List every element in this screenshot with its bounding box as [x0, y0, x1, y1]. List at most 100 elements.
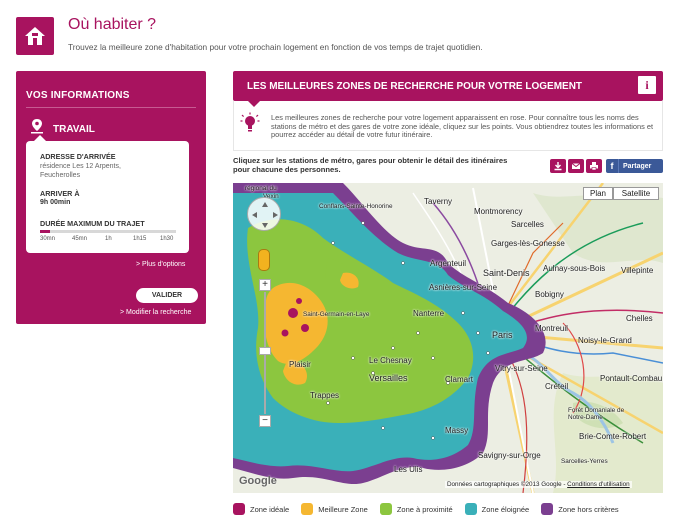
- duration-tick[interactable]: 1h30: [160, 236, 173, 242]
- print-icon: [590, 162, 598, 171]
- map-place: Savigny-sur-Orge: [478, 451, 541, 460]
- map-place: Asnières-sur-Seine: [429, 283, 498, 292]
- map-place: Saint-Germain-en-Laye: [303, 311, 370, 318]
- map-place: Les Ulis: [394, 465, 423, 474]
- legend-swatch: [541, 503, 554, 515]
- legend-label: Meilleure Zone: [318, 504, 368, 514]
- duration-tick[interactable]: 30mn: [40, 236, 55, 242]
- attribution-text: Données cartographiques ©2013 Google -: [447, 481, 566, 488]
- facebook-icon: f: [606, 159, 619, 173]
- map-place: Saint-Denis: [483, 268, 530, 278]
- legend-item: Meilleure Zone: [301, 502, 368, 516]
- map-place: Taverny: [424, 197, 453, 206]
- map-hint: Cliquez sur les stations de métro, gares…: [233, 156, 508, 174]
- info-panel-title: VOS INFORMATIONS: [26, 90, 130, 101]
- map-place: Forêt Domaniale de Notre-Dame: [568, 407, 625, 421]
- duration-label: DURÉE MAXIMUM DU TRAJET: [40, 219, 145, 228]
- map-place: Nanterre: [413, 309, 445, 318]
- more-options-link[interactable]: > Plus d'options: [136, 261, 185, 268]
- results-title: LES MEILLEURES ZONES DE RECHERCHE POUR V…: [247, 81, 583, 92]
- map-place: Bobigny: [535, 290, 564, 299]
- info-button[interactable]: i: [638, 76, 656, 94]
- duration-slider-fill: [40, 230, 50, 233]
- zoom-out-button[interactable]: −: [259, 415, 271, 427]
- map-legend: Zone idéale Meilleure Zone Zone à proxim…: [233, 502, 673, 516]
- zoom-control[interactable]: + −: [259, 279, 271, 429]
- map-place: Chelles: [626, 314, 653, 323]
- map-place: Plaisir: [289, 360, 311, 369]
- map-place: Pontault-Combau: [600, 374, 663, 383]
- legend-label: Zone idéale: [250, 504, 290, 514]
- map-place: Versailles: [369, 373, 408, 383]
- duration-tick[interactable]: 1h: [105, 236, 112, 242]
- map-place: Paris: [492, 330, 513, 340]
- map-place: Créteil: [545, 382, 569, 391]
- map-type-satellite[interactable]: Satellite: [613, 187, 659, 200]
- map-place: Clamart: [445, 375, 474, 384]
- map-place: Villepinte: [621, 266, 654, 275]
- map[interactable]: régional du Vexin Conflans-Sainte-Honori…: [233, 183, 663, 493]
- legend-swatch: [301, 503, 314, 515]
- legend-label: Zone hors critères: [558, 504, 619, 514]
- zoom-in-button[interactable]: +: [259, 279, 271, 291]
- map-place: Noisy-le-Grand: [578, 336, 632, 345]
- share-label: Partager: [623, 162, 652, 170]
- map-place: Sarcelles: [511, 220, 544, 229]
- map-place: Trappes: [310, 391, 340, 400]
- address-value[interactable]: résidence Les 12 Arpents, Feucherolles: [40, 162, 160, 180]
- terms-link[interactable]: Conditions d'utilisation: [567, 481, 629, 488]
- map-place: Conflans-Sainte-Honorine: [319, 203, 393, 210]
- map-place: Le Chesnay: [369, 356, 412, 365]
- print-button[interactable]: [586, 159, 602, 173]
- map-place: Massy: [445, 426, 469, 435]
- address-label: ADRESSE D'ARRIVÉE: [40, 152, 116, 161]
- modify-search-link[interactable]: > Modifier la recherche: [120, 309, 191, 316]
- arrive-value[interactable]: 9h 00min: [40, 199, 70, 206]
- page-subtitle: Trouvez la meilleure zone d'habitation p…: [68, 42, 483, 52]
- lightbulb-icon: [240, 112, 260, 132]
- share-facebook-button[interactable]: f Partager: [606, 159, 663, 173]
- street-view-pegman[interactable]: [258, 249, 270, 271]
- zoom-slider-handle[interactable]: [259, 347, 271, 355]
- mail-button[interactable]: [568, 159, 584, 173]
- home-button[interactable]: [16, 17, 54, 55]
- map-type-plan[interactable]: Plan: [583, 187, 613, 200]
- legend-label: Zone à proximité: [396, 504, 453, 514]
- mail-icon: [571, 163, 581, 169]
- legend-label: Zone éloignée: [481, 504, 530, 514]
- download-icon: [554, 162, 562, 171]
- divider: [26, 107, 196, 108]
- page-title: Où habiter ?: [68, 16, 157, 33]
- duration-tick[interactable]: 45mn: [72, 236, 87, 242]
- duration-tick[interactable]: 1h15: [133, 236, 146, 242]
- map-place: Montmorency: [474, 207, 523, 216]
- legend-swatch: [464, 503, 477, 515]
- legend-item: Zone à proximité: [379, 502, 453, 516]
- map-place: régional du: [245, 185, 277, 192]
- map-place: Sarcelles-Yerres: [561, 458, 608, 465]
- pan-arrows-icon: [252, 202, 278, 228]
- header-notch: [248, 101, 260, 107]
- map-place: Montreuil: [535, 324, 568, 333]
- pan-control[interactable]: [247, 197, 281, 231]
- legend-item: Zone éloignée: [464, 502, 530, 516]
- section-travail[interactable]: TRAVAIL: [53, 124, 95, 135]
- legend-swatch: [379, 503, 392, 515]
- legend-item: Zone hors critères: [541, 502, 619, 516]
- map-attribution: Données cartographiques ©2013 Google - C…: [445, 481, 632, 488]
- location-pin-icon: [31, 119, 43, 134]
- legend-item: Zone idéale: [233, 502, 289, 516]
- legend-swatch: [233, 503, 245, 515]
- map-place: Aulnay-sous-Bois: [543, 264, 606, 273]
- info-text: Les meilleures zones de recherche pour v…: [271, 113, 654, 140]
- home-icon: [25, 27, 45, 45]
- download-button[interactable]: [550, 159, 566, 173]
- validate-button[interactable]: VALIDER: [136, 288, 198, 303]
- map-place: Brie-Comte-Robert: [579, 432, 647, 441]
- duration-slider[interactable]: [40, 230, 176, 233]
- arrive-label: ARRIVER À: [40, 189, 80, 198]
- map-place: Argenteuil: [430, 259, 467, 268]
- map-place: Vitry-sur-Seine: [495, 364, 548, 373]
- map-place: Garges-lès-Gonesse: [491, 239, 565, 248]
- google-logo: Google: [239, 475, 277, 487]
